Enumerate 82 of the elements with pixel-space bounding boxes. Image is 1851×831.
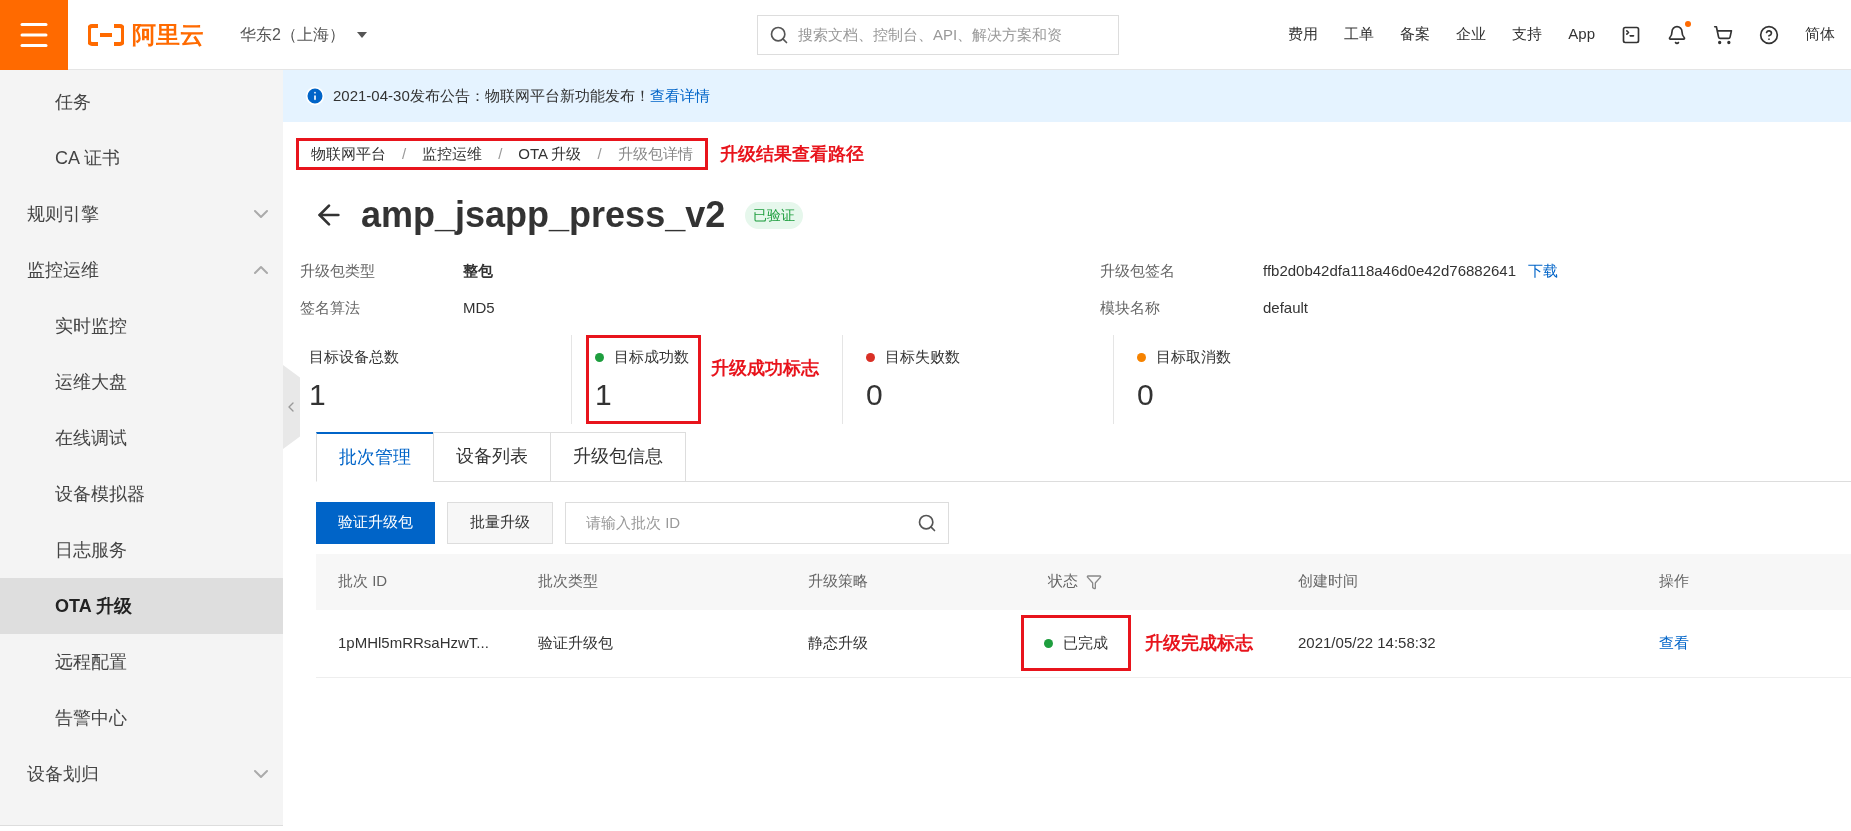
breadcrumb-separator: / <box>498 143 503 164</box>
breadcrumb-link[interactable]: OTA 升级 <box>518 142 582 166</box>
nav-link[interactable]: 备案 <box>1400 23 1431 46</box>
logo-text: 阿里云 <box>132 19 204 50</box>
batch-upgrade-button[interactable]: 批量升级 <box>447 501 553 544</box>
column-header: 批次类型 <box>538 571 598 592</box>
notice-link[interactable]: 查看详情 <box>649 84 710 108</box>
sidebar-item[interactable]: OTA 升级 <box>0 578 283 634</box>
region-selector[interactable]: 华东2（上海） <box>240 22 367 47</box>
breadcrumb-link[interactable]: 监控运维 <box>422 142 483 166</box>
info-value: ffb2d0b42dfa118a46d0e42d76882641 <box>1263 261 1517 281</box>
table-cell: 1pMHl5mRRsaHzwT... <box>338 633 489 651</box>
nav-link[interactable]: 费用 <box>1288 23 1319 46</box>
search-icon <box>917 512 937 533</box>
annotation-text: 升级完成标志 <box>1145 631 1253 655</box>
stat-value: 1 <box>595 376 613 413</box>
download-link[interactable]: 下载 <box>1528 260 1559 283</box>
info-label: 模块名称 <box>1100 297 1161 318</box>
nav-link[interactable]: App <box>1568 23 1595 46</box>
stat-label: 目标失败数 <box>885 347 960 367</box>
table-cell: 2021/05/22 14:58:32 <box>1298 633 1436 651</box>
column-header: 操作 <box>1659 571 1689 592</box>
logo-icon <box>88 23 124 46</box>
view-link[interactable]: 查看 <box>1659 633 1689 651</box>
annotation-text: 升级结果查看路径 <box>719 142 864 166</box>
status-badge: 已验证 <box>745 201 804 229</box>
info-label: 升级包类型 <box>300 261 376 281</box>
info-icon <box>305 86 325 106</box>
nav-link[interactable]: 企业 <box>1456 23 1487 46</box>
stat-value: 0 <box>1137 376 1155 413</box>
info-label: 签名算法 <box>300 297 361 318</box>
batch-search-field[interactable]: 请输入批次 ID <box>565 501 949 544</box>
status-text: 已完成 <box>1063 632 1108 653</box>
sidebar-item[interactable]: 远程配置 <box>0 634 283 690</box>
info-value: MD5 <box>463 297 495 318</box>
breadcrumb-link[interactable]: 升级包详情 <box>617 142 693 166</box>
table-cell: 静态升级 <box>808 633 868 651</box>
search-icon <box>768 24 789 45</box>
stat-value: 1 <box>309 376 327 413</box>
caret-icon <box>356 31 367 38</box>
sidebar-item[interactable]: 在线调试 <box>0 410 283 466</box>
info-value: 整包 <box>463 261 493 281</box>
tab[interactable]: 升级包信息 <box>550 431 686 482</box>
search-field[interactable]: 搜索文档、控制台、API、解决方案和资 <box>756 14 1119 55</box>
nav-link[interactable]: 工单 <box>1344 23 1375 46</box>
sidebar-item[interactable]: 设备划归 <box>0 746 283 802</box>
sidebar-item[interactable]: 日志服务 <box>0 522 283 578</box>
menu-button[interactable] <box>0 0 68 70</box>
breadcrumb-separator: / <box>597 143 602 164</box>
stat-label: 目标取消数 <box>1156 347 1231 367</box>
help-icon[interactable] <box>1759 24 1779 45</box>
annotation-text: 升级成功标志 <box>710 357 819 380</box>
column-header: 批次 ID <box>338 571 388 592</box>
terminal-icon[interactable] <box>1621 24 1641 45</box>
tab[interactable]: 批次管理 <box>316 431 434 482</box>
verify-button[interactable]: 验证升级包 <box>316 501 435 544</box>
nav-link[interactable]: 支持 <box>1512 23 1543 46</box>
info-label: 升级包签名 <box>1100 261 1176 281</box>
info-value: default <box>1263 297 1309 318</box>
filter-icon[interactable] <box>1086 573 1102 590</box>
sidebar-item[interactable]: 实时监控 <box>0 298 283 354</box>
notice-text: 2021-04-30发布公告：物联网平台新功能发布！ <box>333 85 650 106</box>
stat-label: 目标设备总数 <box>309 347 399 367</box>
sidebar-item[interactable]: 任务 <box>0 74 283 130</box>
cart-icon[interactable] <box>1713 24 1733 45</box>
sidebar-item[interactable]: 运维大盘 <box>0 354 283 410</box>
breadcrumb-link[interactable]: 物联网平台 <box>311 142 386 166</box>
stat-value: 0 <box>866 376 884 413</box>
sidebar-item[interactable]: 设备模拟器 <box>0 466 283 522</box>
language-link[interactable]: 简体 <box>1805 23 1835 46</box>
sidebar-item[interactable]: 告警中心 <box>0 690 283 746</box>
tab[interactable]: 设备列表 <box>433 431 551 482</box>
column-header: 升级策略 <box>808 571 868 592</box>
table-cell: 验证升级包 <box>538 633 613 651</box>
sidebar-item[interactable]: 监控运维 <box>0 242 283 298</box>
page-title: amp_jsapp_press_v2 <box>361 193 726 237</box>
stat-label: 目标成功数 <box>614 347 689 367</box>
column-header: 创建时间 <box>1298 571 1358 592</box>
sidebar-item[interactable]: 规则引擎 <box>0 186 283 242</box>
column-header: 状态 <box>1048 571 1078 592</box>
breadcrumb-separator: / <box>402 143 407 164</box>
sidebar-item[interactable]: CA 证书 <box>0 130 283 186</box>
